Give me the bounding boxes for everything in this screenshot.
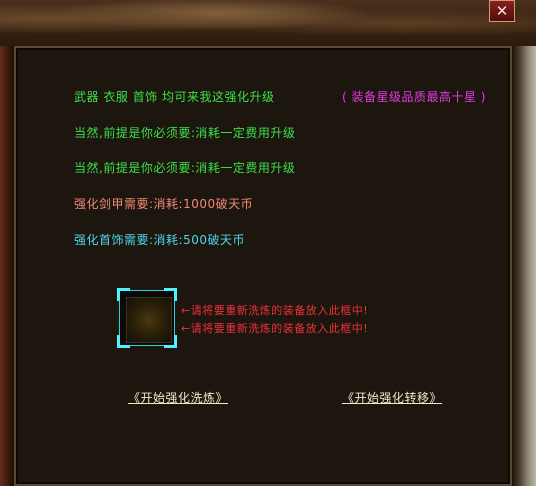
dialog-panel: 武器 衣服 首饰 均可来我这强化升级 ( 装备星级品质最高十星 ) 当然,前提是…	[14, 46, 512, 486]
slot-corner-icon	[117, 335, 130, 348]
slot-hint-1: ←请将要重新洗炼的装备放入此框中!	[181, 304, 369, 317]
equipment-slot-icon	[126, 297, 172, 343]
ornate-frame-right	[512, 46, 536, 486]
start-refine-button[interactable]: 《开始强化洗炼》	[128, 389, 228, 406]
info-line-2: 当然,前提是你必须要:消耗一定费用升级	[74, 126, 296, 140]
info-line-1: 武器 衣服 首饰 均可来我这强化升级	[74, 90, 275, 104]
slot-corner-icon	[164, 288, 177, 301]
info-line-4: 强化剑甲需要:消耗:1000破天币	[74, 197, 254, 211]
start-transfer-button[interactable]: 《开始强化转移》	[342, 389, 442, 406]
close-icon: ✕	[495, 2, 509, 20]
info-line-5: 强化首饰需要:消耗:500破天币	[74, 233, 245, 247]
ornate-frame-left	[0, 46, 14, 486]
equipment-slot[interactable]	[117, 288, 177, 348]
close-button[interactable]: ✕	[489, 0, 515, 22]
info-line-1-note: ( 装备星级品质最高十星 )	[342, 90, 486, 104]
slot-hint-2: ←请将要重新洗炼的装备放入此框中!	[181, 322, 369, 335]
ornate-frame-top	[0, 0, 536, 46]
info-line-3: 当然,前提是你必须要:消耗一定费用升级	[74, 161, 296, 175]
